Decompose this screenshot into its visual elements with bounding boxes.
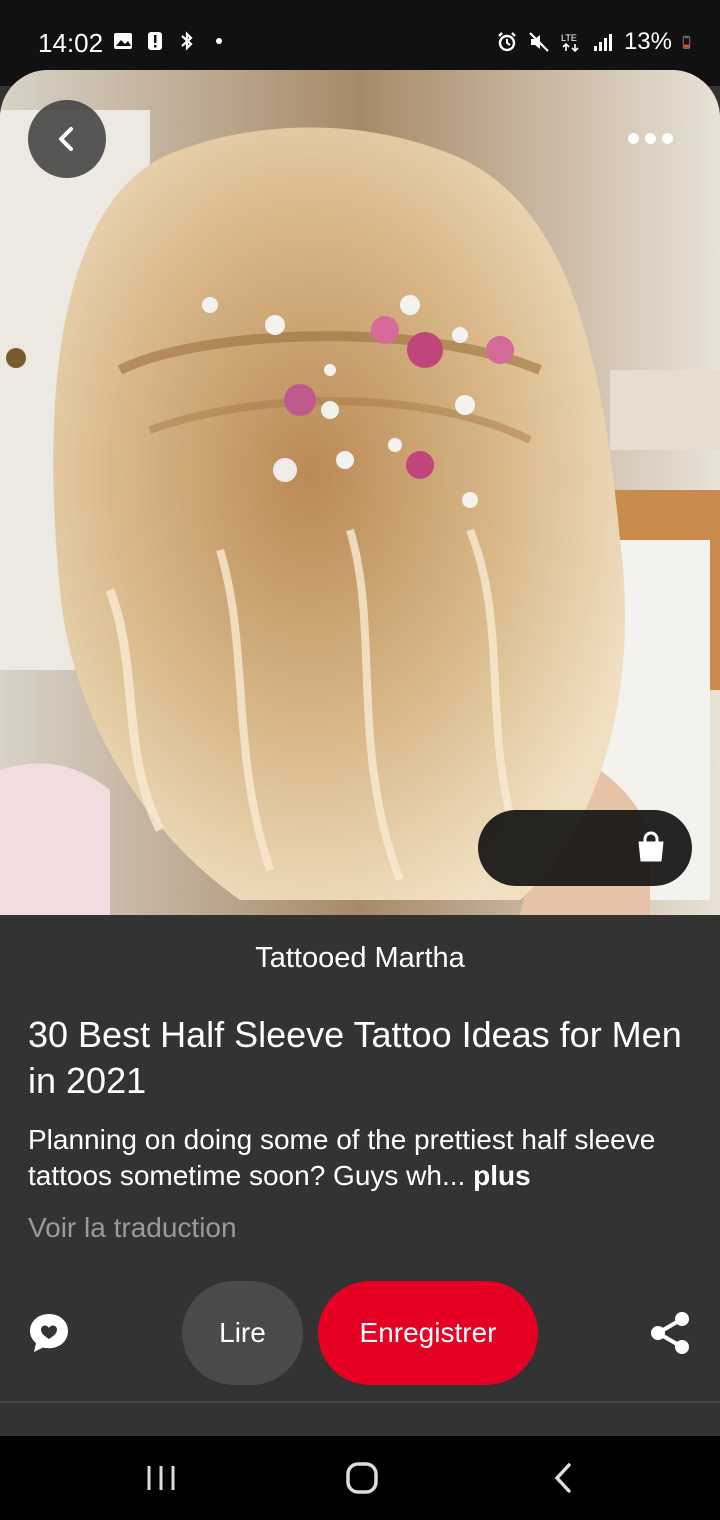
system-nav-bar xyxy=(0,1436,720,1520)
read-button[interactable]: Lire xyxy=(182,1281,303,1385)
mute-icon xyxy=(529,32,549,52)
pin-source[interactable]: Tattooed Martha xyxy=(0,942,720,975)
status-left-icons xyxy=(112,30,230,52)
status-time: 14:02 xyxy=(38,28,104,58)
recent-apps-icon[interactable] xyxy=(139,1456,183,1500)
signal-icon xyxy=(593,34,612,51)
status-right-icons: LTE 13% xyxy=(496,28,696,56)
more-link[interactable]: plus xyxy=(473,1160,531,1191)
hair-photo xyxy=(0,70,720,915)
translate-link[interactable]: Voir la traduction xyxy=(28,1212,237,1244)
pin-description: Planning on doing some of the prettiest … xyxy=(28,1122,688,1194)
battery-percent: 13% xyxy=(623,28,672,55)
alarm-icon xyxy=(498,32,516,52)
image-icon xyxy=(114,33,132,49)
pin-title: 30 Best Half Sleeve Tattoo Ideas for Men… xyxy=(28,1014,682,1101)
chevron-left-icon xyxy=(59,127,73,151)
more-dot xyxy=(644,132,656,144)
battery-icon xyxy=(682,35,691,49)
alert-icon xyxy=(148,32,162,50)
more-options-button[interactable] xyxy=(620,118,680,158)
comment-icon[interactable] xyxy=(26,1310,72,1356)
pin-image[interactable] xyxy=(0,70,720,915)
share-icon[interactable] xyxy=(648,1310,694,1356)
shop-button[interactable] xyxy=(478,810,692,886)
lte-icon: LTE xyxy=(561,33,579,53)
home-icon[interactable] xyxy=(340,1456,384,1500)
save-button[interactable]: Enregistrer xyxy=(318,1281,538,1385)
back-nav-icon[interactable] xyxy=(542,1456,586,1500)
bluetooth-icon xyxy=(181,31,193,51)
svg-text:LTE: LTE xyxy=(561,33,577,43)
pin-description-text: Planning on doing some of the prettiest … xyxy=(28,1124,656,1191)
back-button[interactable] xyxy=(28,100,106,178)
dot-icon xyxy=(216,38,222,44)
more-dots-icon xyxy=(627,132,639,144)
more-dot xyxy=(661,132,673,144)
divider xyxy=(0,1401,720,1403)
shopping-bag-icon xyxy=(638,831,664,862)
